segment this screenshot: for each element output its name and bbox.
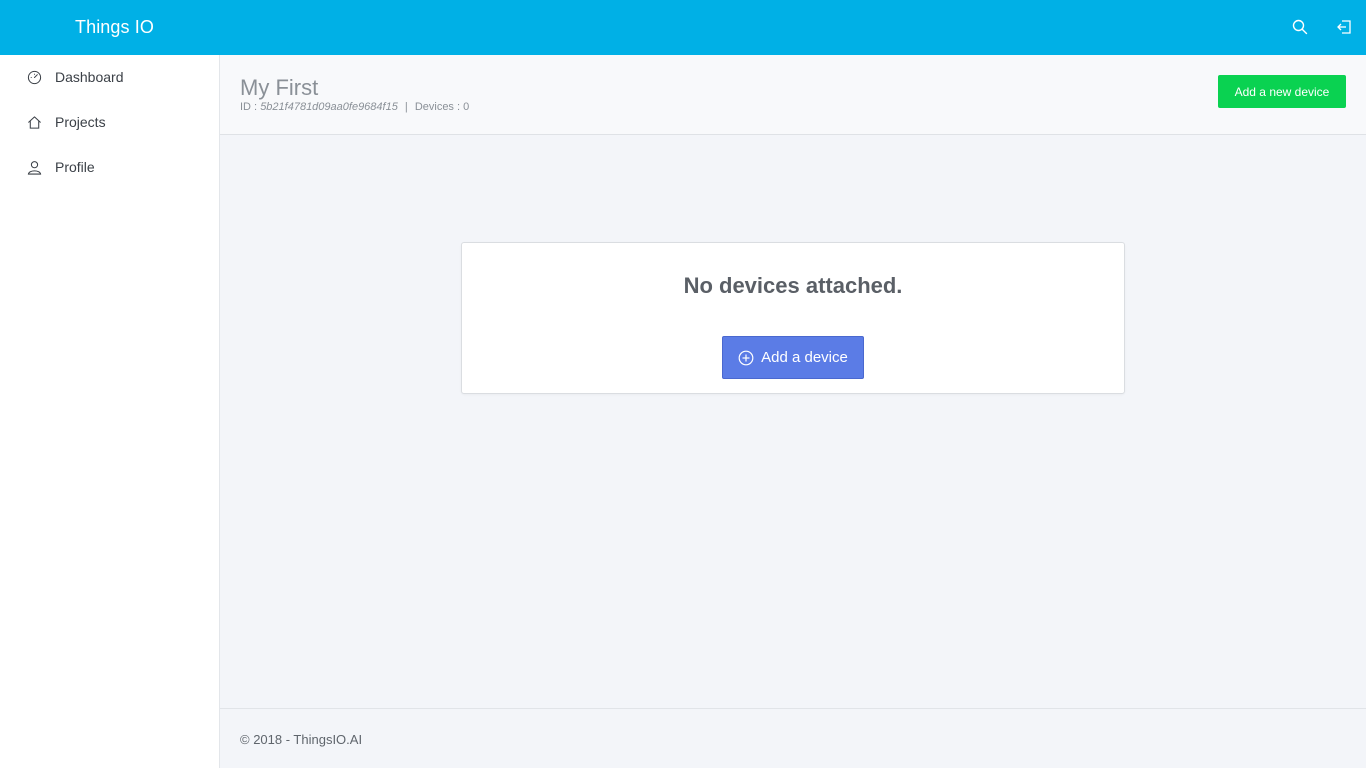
id-label: ID :	[240, 101, 258, 113]
sidebar-item-projects[interactable]: Projects	[0, 102, 219, 142]
plus-circle-icon	[738, 350, 754, 366]
sidebar-item-dashboard[interactable]: Dashboard	[0, 57, 219, 97]
brand-title[interactable]: Things IO	[75, 0, 154, 55]
logout-icon[interactable]	[1333, 16, 1355, 38]
empty-state-message: No devices attached.	[683, 273, 903, 298]
page-title: My First	[240, 75, 319, 100]
add-new-device-button[interactable]: Add a new device	[1218, 75, 1346, 108]
sidebar: Dashboard Projects Profile	[0, 55, 220, 768]
add-device-button[interactable]: Add a device	[722, 336, 864, 379]
devices-label: Devices :	[414, 101, 461, 113]
project-meta: ID : 5b21f4781d09aa0fe9684f15 | Devices …	[240, 101, 469, 113]
home-icon	[26, 114, 42, 130]
sidebar-item-label: Profile	[55, 159, 95, 175]
sidebar-item-profile[interactable]: Profile	[0, 147, 219, 187]
search-icon[interactable]	[1289, 16, 1311, 38]
footer: © 2018 - ThingsIO.AI	[220, 708, 1366, 768]
add-device-label: Add a device	[761, 349, 848, 366]
devices-count: 0	[463, 101, 470, 113]
sidebar-item-label: Dashboard	[55, 69, 124, 85]
page-header: My First ID : 5b21f4781d09aa0fe9684f15 |…	[220, 55, 1366, 135]
speedometer-icon	[26, 69, 42, 85]
sidebar-item-label: Projects	[55, 114, 106, 130]
copyright-text: © 2018 - ThingsIO.AI	[240, 732, 363, 747]
empty-state-card: No devices attached. Add a device	[461, 242, 1125, 394]
meta-separator: |	[404, 101, 408, 113]
user-icon	[26, 159, 42, 175]
top-navbar: Things IO	[0, 0, 1366, 55]
project-id: 5b21f4781d09aa0fe9684f15	[260, 101, 398, 113]
